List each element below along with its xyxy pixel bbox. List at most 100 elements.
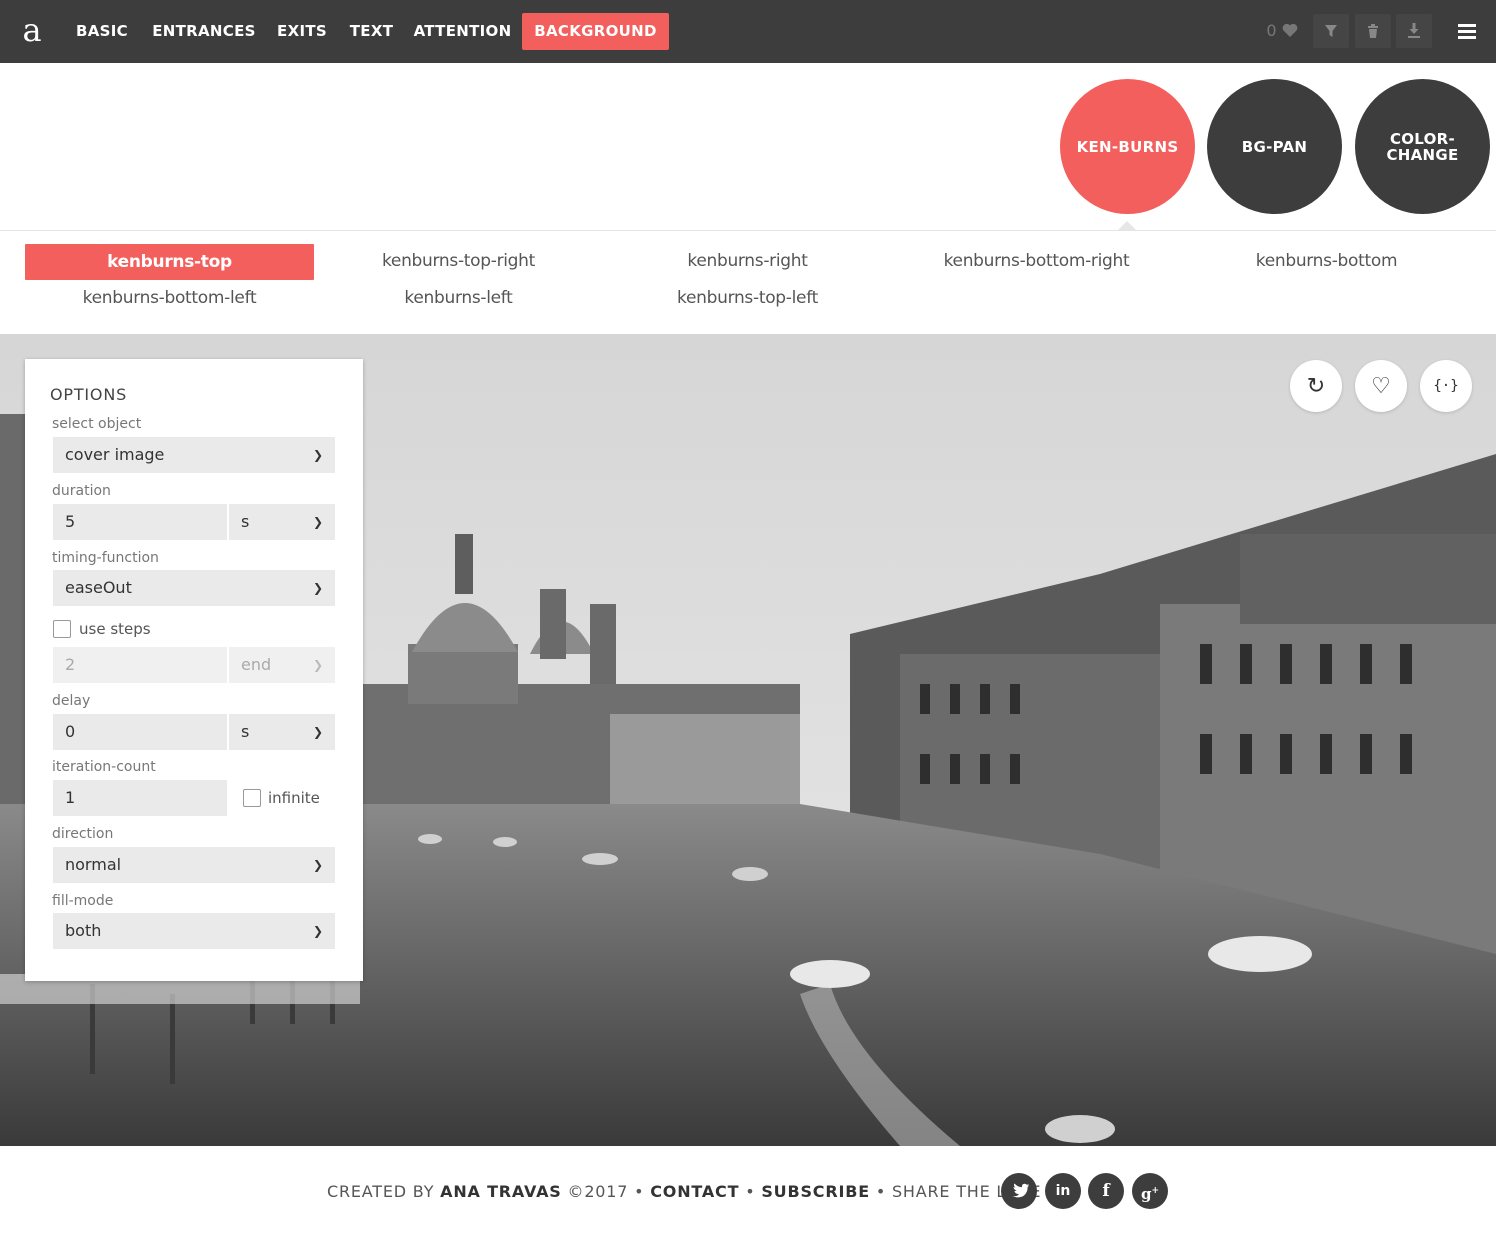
trash-icon bbox=[1368, 24, 1378, 38]
twitter-icon bbox=[1012, 1183, 1030, 1198]
chevron-down-icon: ❯ bbox=[312, 924, 323, 938]
delay-label: delay bbox=[52, 693, 91, 709]
infinite-label: infinite bbox=[268, 789, 320, 807]
delay-unit-value: s bbox=[241, 722, 250, 741]
steps-input[interactable]: 2 bbox=[53, 647, 227, 683]
nav-background[interactable]: BACKGROUND bbox=[522, 13, 669, 50]
google-plus-icon: g+ bbox=[1140, 1185, 1160, 1203]
nav-attention[interactable]: ATTENTION bbox=[409, 13, 516, 50]
favorites-counter[interactable]: 0 bbox=[1262, 14, 1302, 48]
use-steps-label: use steps bbox=[79, 620, 151, 638]
category-label: COLOR- CHANGE bbox=[1386, 129, 1459, 164]
bullet: • bbox=[634, 1182, 645, 1201]
use-steps-checkbox[interactable] bbox=[53, 620, 71, 638]
nav-exits[interactable]: EXITS bbox=[270, 13, 334, 50]
fill-mode-dropdown[interactable]: both ❯ bbox=[53, 913, 335, 949]
refresh-icon: ↻ bbox=[1306, 373, 1326, 399]
delay-input[interactable]: 0 bbox=[53, 714, 227, 750]
select-object-value: cover image bbox=[65, 445, 165, 464]
twitter-button[interactable] bbox=[1001, 1173, 1037, 1209]
select-object-dropdown[interactable]: cover image ❯ bbox=[53, 437, 335, 473]
menu-button[interactable] bbox=[1450, 14, 1484, 48]
anim-kenburns-bottom-right[interactable]: kenburns-bottom-right bbox=[892, 243, 1181, 279]
options-title: OPTIONS bbox=[50, 385, 128, 404]
chevron-down-icon: ❯ bbox=[312, 658, 323, 672]
anim-kenburns-top-right[interactable]: kenburns-top-right bbox=[314, 243, 603, 279]
duration-label: duration bbox=[52, 483, 111, 499]
facebook-button[interactable]: f bbox=[1088, 1173, 1124, 1209]
direction-label: direction bbox=[52, 826, 114, 842]
anim-kenburns-bottom-left[interactable]: kenburns-bottom-left bbox=[25, 280, 314, 316]
divider bbox=[0, 230, 1496, 231]
linkedin-button[interactable]: in bbox=[1045, 1173, 1081, 1209]
google-plus-button[interactable]: g+ bbox=[1132, 1173, 1168, 1209]
iteration-count-label: iteration-count bbox=[52, 759, 156, 775]
year: ©2017 bbox=[567, 1182, 629, 1201]
timing-function-dropdown[interactable]: easeOut ❯ bbox=[53, 570, 335, 606]
category-color-change[interactable]: COLOR- CHANGE bbox=[1355, 79, 1490, 214]
anim-kenburns-right[interactable]: kenburns-right bbox=[603, 243, 892, 279]
anim-kenburns-left[interactable]: kenburns-left bbox=[314, 280, 603, 316]
category-label: KEN-BURNS bbox=[1076, 137, 1179, 156]
steps-position-dropdown[interactable]: end ❯ bbox=[229, 647, 335, 683]
timing-function-label: timing-function bbox=[52, 550, 159, 566]
category-bg-pan[interactable]: BG-PAN bbox=[1207, 79, 1342, 214]
direction-dropdown[interactable]: normal ❯ bbox=[53, 847, 335, 883]
logo[interactable]: a bbox=[20, 10, 44, 50]
footer: CREATED BY ANA TRAVAS ©2017 • CONTACT • … bbox=[0, 1146, 1496, 1236]
chevron-down-icon: ❯ bbox=[312, 858, 323, 872]
heart-outline-icon: ♡ bbox=[1371, 373, 1391, 399]
trash-button[interactable] bbox=[1355, 14, 1391, 48]
chevron-down-icon: ❯ bbox=[312, 581, 323, 595]
created-by: CREATED BY bbox=[327, 1182, 435, 1201]
author-link[interactable]: ANA TRAVAS bbox=[440, 1182, 561, 1201]
steps-value: 2 bbox=[65, 655, 76, 674]
fill-mode-value: both bbox=[65, 921, 102, 940]
chevron-down-icon: ❯ bbox=[312, 515, 323, 529]
download-button[interactable] bbox=[1396, 14, 1432, 48]
anim-kenburns-bottom[interactable]: kenburns-bottom bbox=[1182, 243, 1471, 279]
chevron-down-icon: ❯ bbox=[312, 725, 323, 739]
steps-position-value: end bbox=[241, 655, 272, 674]
heart-icon bbox=[1282, 23, 1297, 37]
category-ken-burns[interactable]: KEN-BURNS bbox=[1060, 79, 1195, 214]
replay-button[interactable]: ↻ bbox=[1290, 360, 1342, 412]
delay-value: 0 bbox=[65, 722, 76, 741]
top-nav: a BASIC ENTRANCES EXITS TEXT ATTENTION B… bbox=[0, 0, 1496, 63]
filter-icon bbox=[1325, 25, 1337, 37]
infinite-checkbox[interactable] bbox=[243, 789, 261, 807]
category-label: BG-PAN bbox=[1241, 137, 1308, 156]
code-button[interactable]: {·} bbox=[1420, 360, 1472, 412]
bullet: • bbox=[875, 1182, 887, 1201]
nav-entrances[interactable]: ENTRANCES bbox=[148, 13, 260, 50]
favorite-button[interactable]: ♡ bbox=[1355, 360, 1407, 412]
duration-unit-dropdown[interactable]: s ❯ bbox=[229, 504, 335, 540]
bullet: • bbox=[745, 1182, 756, 1201]
duration-unit-value: s bbox=[241, 512, 250, 531]
anim-kenburns-top[interactable]: kenburns-top bbox=[25, 244, 314, 280]
nav-text[interactable]: TEXT bbox=[344, 13, 399, 50]
linkedin-icon: in bbox=[1055, 1183, 1071, 1199]
duration-value: 5 bbox=[65, 512, 76, 531]
filter-button[interactable] bbox=[1313, 14, 1349, 48]
facebook-icon: f bbox=[1102, 1181, 1110, 1201]
fill-mode-label: fill-mode bbox=[52, 893, 114, 909]
favorites-count: 0 bbox=[1266, 21, 1277, 40]
contact-link[interactable]: CONTACT bbox=[650, 1182, 739, 1201]
iteration-count-input[interactable]: 1 bbox=[53, 780, 227, 816]
code-icon: {·} bbox=[1433, 378, 1459, 394]
duration-input[interactable]: 5 bbox=[53, 504, 227, 540]
direction-value: normal bbox=[65, 855, 122, 874]
chevron-down-icon: ❯ bbox=[312, 448, 323, 462]
iteration-count-value: 1 bbox=[65, 788, 76, 807]
hamburger-icon bbox=[1458, 24, 1476, 39]
subscribe-link[interactable]: SUBSCRIBE bbox=[761, 1182, 870, 1201]
select-object-label: select object bbox=[52, 416, 142, 432]
footer-credits: CREATED BY ANA TRAVAS ©2017 • CONTACT • … bbox=[327, 1182, 1041, 1201]
nav-basic[interactable]: BASIC bbox=[66, 13, 138, 50]
options-panel: OPTIONS select object cover image ❯ dura… bbox=[25, 359, 363, 981]
timing-function-value: easeOut bbox=[65, 578, 132, 597]
delay-unit-dropdown[interactable]: s ❯ bbox=[229, 714, 335, 750]
download-icon bbox=[1408, 23, 1420, 38]
anim-kenburns-top-left[interactable]: kenburns-top-left bbox=[603, 280, 892, 316]
